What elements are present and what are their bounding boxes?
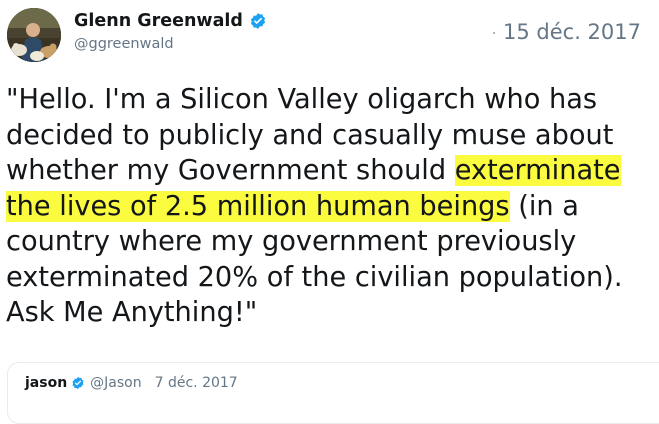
tweet-text-segment: exterminated 20% of the civilian populat… xyxy=(6,261,623,293)
highlighted-text: exterminate xyxy=(454,155,621,186)
tweet-text-segment: Ask Me Anything!" xyxy=(6,297,258,328)
tweet-text-line: Ask Me Anything!" xyxy=(6,295,656,331)
tweet-text-segment: whether my Government should xyxy=(6,155,455,186)
author-name[interactable]: Glenn Greenwald xyxy=(74,11,243,31)
tweet-text-line: country where my government previously xyxy=(6,224,656,260)
quoted-author-name[interactable]: jason xyxy=(25,375,67,391)
tweet-text-line: the lives of 2.5 million human beings (i… xyxy=(6,189,656,225)
quoted-author-handle[interactable]: @Jason xyxy=(90,375,141,391)
tweet-text-line: decided to publicly and casually muse ab… xyxy=(6,118,656,154)
verified-badge-icon xyxy=(72,376,84,390)
verified-badge-icon xyxy=(250,13,265,29)
date-separator xyxy=(493,32,495,34)
tweet-text-line: exterminated 20% of the civilian populat… xyxy=(6,260,656,296)
avatar[interactable] xyxy=(7,8,61,62)
tweet-text-segment: "Hello. I'm a Silicon Valley oligarch wh… xyxy=(6,84,598,115)
tweet-text-segment: decided to publicly and casually muse ab… xyxy=(6,119,614,151)
tweet-text-segment: (in a xyxy=(509,190,579,222)
highlighted-text: the lives of 2.5 million human beings xyxy=(6,190,510,222)
quoted-date[interactable]: 7 déc. 2017 xyxy=(155,375,238,391)
avatar-photo-icon xyxy=(7,8,61,62)
tweet-date[interactable]: 15 déc. 2017 xyxy=(503,20,641,44)
tweet-text-line: "Hello. I'm a Silicon Valley oligarch wh… xyxy=(6,82,656,118)
tweet-text-segment: country where my government previously xyxy=(6,226,577,257)
tweet-text: "Hello. I'm a Silicon Valley oligarch wh… xyxy=(6,82,656,331)
author-handle[interactable]: @ggreenwald xyxy=(74,36,174,52)
quoted-tweet[interactable]: jason @Jason 7 déc. 2017 xyxy=(7,362,659,424)
tweet-header: Glenn Greenwald @ggreenwald 15 déc. 2017 xyxy=(0,0,659,72)
tweet-text-line: whether my Government should exterminate xyxy=(6,153,656,189)
